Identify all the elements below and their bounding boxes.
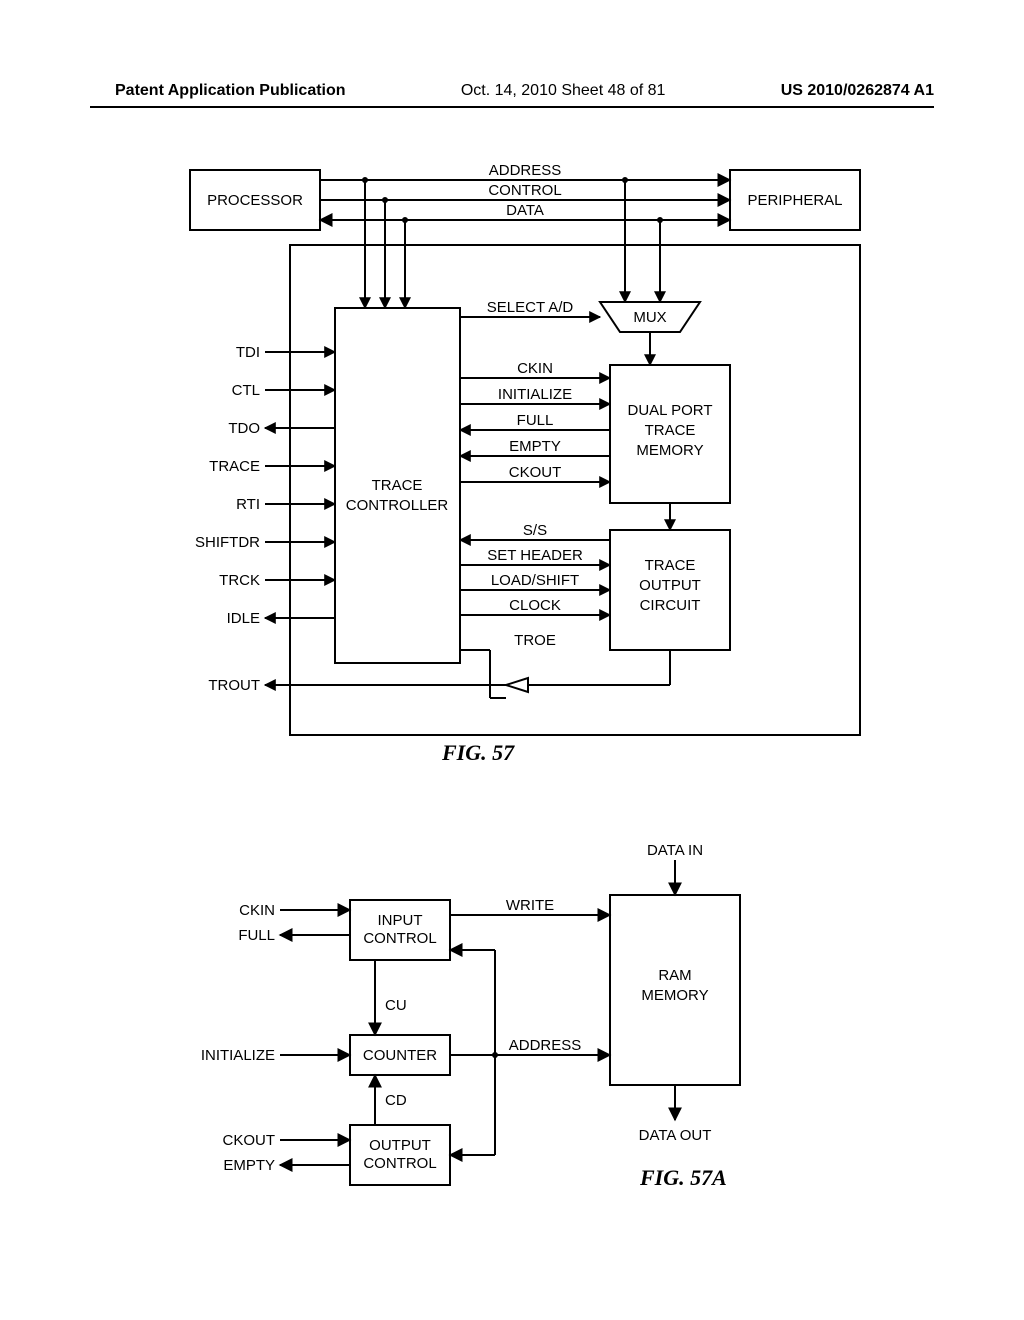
svg-text:CKOUT: CKOUT [223,1132,276,1149]
svg-text:COUNTER: COUNTER [363,1047,437,1064]
svg-text:EMPTY: EMPTY [509,438,561,455]
tout-l3: CIRCUIT [640,597,701,614]
fig-57a: INPUT CONTROL COUNTER OUTPUT CONTROL RAM… [200,840,820,1200]
processor-label: PROCESSOR [207,192,303,209]
svg-text:TRACE: TRACE [209,458,260,475]
tmem-l2: TRACE [645,422,696,439]
svg-text:TRCK: TRCK [219,572,260,589]
svg-text:LOAD/SHIFT: LOAD/SHIFT [491,572,579,589]
bus-data: DATA [506,202,544,219]
svg-text:TDI: TDI [236,344,260,361]
svg-text:RTI: RTI [236,496,260,513]
svg-text:IDLE: IDLE [227,610,260,627]
svg-text:TROE: TROE [514,632,556,649]
svg-text:INITIALIZE: INITIALIZE [201,1047,275,1064]
svg-text:WRITE: WRITE [506,897,554,914]
svg-text:INPUT: INPUT [378,912,423,929]
svg-text:OUTPUT: OUTPUT [369,1137,431,1154]
svg-text:DATA OUT: DATA OUT [639,1127,712,1144]
svg-text:EMPTY: EMPTY [223,1157,275,1174]
header-center: Oct. 14, 2010 Sheet 48 of 81 [461,82,666,100]
svg-text:TROUT: TROUT [208,677,260,694]
svg-text:FULL: FULL [517,412,554,429]
svg-text:INITIALIZE: INITIALIZE [498,386,572,403]
svg-text:SHIFTDR: SHIFTDR [195,534,260,551]
svg-text:ADDRESS: ADDRESS [509,1037,582,1054]
svg-text:CKIN: CKIN [239,902,275,919]
svg-text:CKOUT: CKOUT [509,464,562,481]
trace-controller-l1: TRACE [372,477,423,494]
header-right: US 2010/0262874 A1 [781,82,934,100]
left-ports: TDI CTL TDO TRACE RTI SHIFTDR TRCK IDLE … [195,344,335,694]
peripheral-label: PERIPHERAL [747,192,842,209]
svg-text:CONTROL: CONTROL [363,930,436,947]
mux-label: MUX [633,309,666,326]
svg-text:TDO: TDO [228,420,260,437]
svg-text:CONTROL: CONTROL [363,1155,436,1172]
svg-text:CTL: CTL [232,382,260,399]
page-header: Patent Application Publication Oct. 14, … [0,82,1024,100]
svg-text:CKIN: CKIN [517,360,553,377]
bus-address: ADDRESS [489,162,562,179]
svg-text:SET HEADER: SET HEADER [487,547,583,564]
svg-text:MEMORY: MEMORY [641,987,708,1004]
fig-57: PROCESSOR PERIPHERAL ADDRESS CONTROL DAT… [170,150,890,770]
fig-57a-label: FIG. 57A [640,1165,727,1191]
trace-controller-l2: CONTROLLER [346,497,449,514]
header-rule [90,106,934,108]
tout-l2: OUTPUT [639,577,701,594]
tout-l1: TRACE [645,557,696,574]
header-left: Patent Application Publication [115,82,346,100]
svg-text:SELECT A/D: SELECT A/D [487,299,574,316]
bus-control: CONTROL [488,182,561,199]
svg-text:FULL: FULL [238,927,275,944]
tmem-l1: DUAL PORT [627,402,712,419]
svg-text:RAM: RAM [658,967,691,984]
svg-text:DATA IN: DATA IN [647,842,703,859]
svg-text:CLOCK: CLOCK [509,597,561,614]
svg-text:S/S: S/S [523,522,547,539]
svg-text:CD: CD [385,1092,407,1109]
fig-57-label: FIG. 57 [442,740,514,766]
tmem-l3: MEMORY [636,442,703,459]
svg-text:CU: CU [385,997,407,1014]
